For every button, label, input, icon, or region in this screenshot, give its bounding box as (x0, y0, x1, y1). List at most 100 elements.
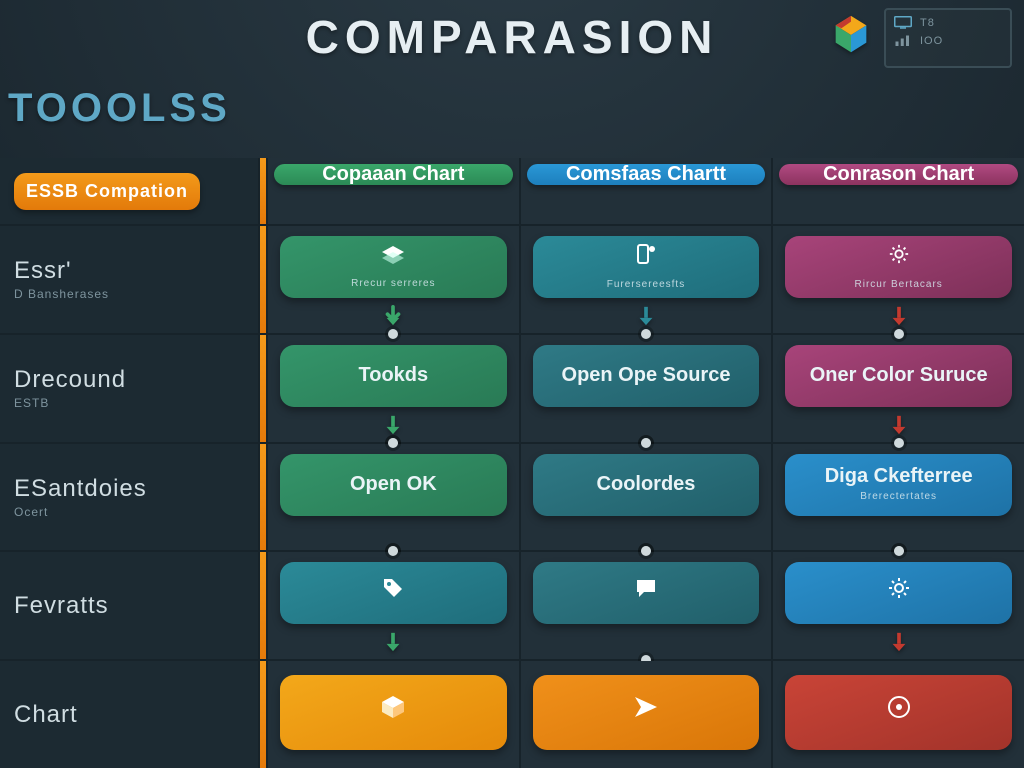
connector-dot-icon (641, 438, 651, 448)
arrow-down-icon (382, 305, 404, 327)
column-divider-bar (260, 158, 266, 224)
card-r2-c2: Open Ope Source (533, 345, 760, 407)
arrow-down-icon (382, 631, 404, 653)
arrow-down-icon (888, 414, 910, 436)
tag-icon (381, 576, 405, 606)
gear-icon (888, 243, 910, 271)
card-r4-c2 (533, 562, 760, 624)
column-divider-bar (260, 552, 266, 659)
cell-r2-c1: Tookds (268, 335, 519, 442)
arrow-down-icon (382, 414, 404, 436)
card-r3-c3-sub: Brerectertates (860, 492, 937, 503)
row-header-pill: ESSB Compation (14, 173, 200, 210)
arrow-down-icon (635, 305, 657, 327)
col-header-1: Copaaan Chart (274, 164, 513, 185)
row-3-title: ESantdoies (14, 475, 258, 503)
row-4-title: Fevratts (14, 592, 258, 620)
cell-r5-c2 (521, 661, 772, 768)
card-r3-c1-label: Open OK (350, 474, 437, 496)
card-r1-c3: Rircur Bertacars (785, 236, 1012, 298)
card-r3-c2: Coolordes (533, 454, 760, 516)
cell-r1-c3: Rircur Bertacars (773, 226, 1024, 333)
card-r3-c3-label: Diga Ckefterree (825, 466, 973, 488)
status-panel: T8 IOO (884, 8, 1012, 68)
cell-r5-c1 (268, 661, 519, 768)
connector-dot-icon (388, 546, 398, 556)
send-icon (633, 695, 659, 725)
card-r2-c3-label: Oner Color Suruce (810, 365, 988, 387)
card-r2-c1-label: Tookds (359, 365, 429, 387)
col-header-2-host: Comsfaas Chartt (521, 158, 772, 224)
connector-dot-icon (641, 329, 651, 339)
connector-dot-icon (894, 329, 904, 339)
row-label-1: Essr' D Bansherases (0, 226, 258, 333)
row-1-title: Essr' (14, 257, 258, 285)
cube-icon (380, 694, 406, 726)
row-label-3: ESantdoies Ocert (0, 444, 258, 551)
card-r1-c2-sub: Furersereesfts (607, 280, 685, 291)
card-r1-c1: Rrecur serreres (280, 236, 507, 298)
page-subtitle: TOOOLSS (0, 86, 268, 131)
cell-r1-c2: Furersereesfts (521, 226, 772, 333)
card-r3-c2-label: Coolordes (597, 474, 696, 496)
row-2-sub: ESTB (14, 396, 258, 410)
cell-r4-c3 (773, 552, 1024, 659)
bars-icon (894, 34, 912, 48)
card-r2-c3: Oner Color Suruce (785, 345, 1012, 407)
connector-dot-icon (894, 438, 904, 448)
card-r4-c3 (785, 562, 1012, 624)
cell-r4-c2 (521, 552, 772, 659)
connector-dot-icon (388, 438, 398, 448)
card-r5-c3 (785, 675, 1012, 750)
column-divider-bar (260, 661, 266, 768)
arrow-down-icon (888, 305, 910, 327)
row-header-cell: ESSB Compation (0, 158, 258, 224)
monitor-icon (894, 16, 912, 30)
card-r5-c2 (533, 675, 760, 750)
connector-dot-icon (641, 546, 651, 556)
column-divider-bar (260, 226, 266, 333)
status-line-2: IOO (920, 35, 943, 47)
connector-dot-icon (894, 546, 904, 556)
connector-dot-icon (388, 329, 398, 339)
cell-r1-c1: Rrecur serreres (268, 226, 519, 333)
cell-r3-c2: Coolordes (521, 444, 772, 551)
card-r4-c1 (280, 562, 507, 624)
cell-r5-c3 (773, 661, 1024, 768)
row-3-sub: Ocert (14, 505, 258, 519)
card-r1-c2: Furersereesfts (533, 236, 760, 298)
col-header-2: Comsfaas Chartt (527, 164, 766, 185)
col-header-3-host: Conrason Chart (773, 158, 1024, 224)
card-r2-c1: Tookds (280, 345, 507, 407)
card-r3-c1: Open OK (280, 454, 507, 516)
cell-r3-c3: Diga Ckefterree Brerectertates (773, 444, 1024, 551)
comparison-chart: ESSB Compation Copaaan Chart Comsfaas Ch… (0, 158, 1024, 768)
row-1-sub: D Bansherases (14, 287, 258, 301)
row-label-5: Chart (0, 661, 258, 768)
card-r1-c1-sub: Rrecur serreres (351, 279, 435, 290)
col-header-3: Conrason Chart (779, 164, 1018, 185)
row-label-4: Fevratts (0, 552, 258, 659)
cell-r2-c2: Open Ope Source (521, 335, 772, 442)
cell-r3-c1: Open OK (268, 444, 519, 551)
chat-icon (634, 577, 658, 605)
app-logo-icon (828, 12, 874, 58)
card-r2-c2-label: Open Ope Source (562, 365, 731, 387)
gear-icon (887, 576, 911, 606)
cell-r2-c3: Oner Color Suruce (773, 335, 1024, 442)
card-r3-c3: Diga Ckefterree Brerectertates (785, 454, 1012, 516)
column-divider-bar (260, 335, 266, 442)
layers-icon (380, 244, 406, 270)
cell-r4-c1 (268, 552, 519, 659)
arrow-down-icon (888, 631, 910, 653)
row-5-title: Chart (14, 701, 258, 729)
column-divider-bar (260, 444, 266, 551)
row-label-2: Drecound ESTB (0, 335, 258, 442)
col-header-1-host: Copaaan Chart (268, 158, 519, 224)
card-r5-c1 (280, 675, 507, 750)
device-icon (635, 243, 657, 271)
card-r1-c3-sub: Rircur Bertacars (855, 280, 943, 291)
status-line-1: T8 (920, 17, 935, 29)
row-2-title: Drecound (14, 366, 258, 394)
alert-icon (886, 694, 912, 726)
